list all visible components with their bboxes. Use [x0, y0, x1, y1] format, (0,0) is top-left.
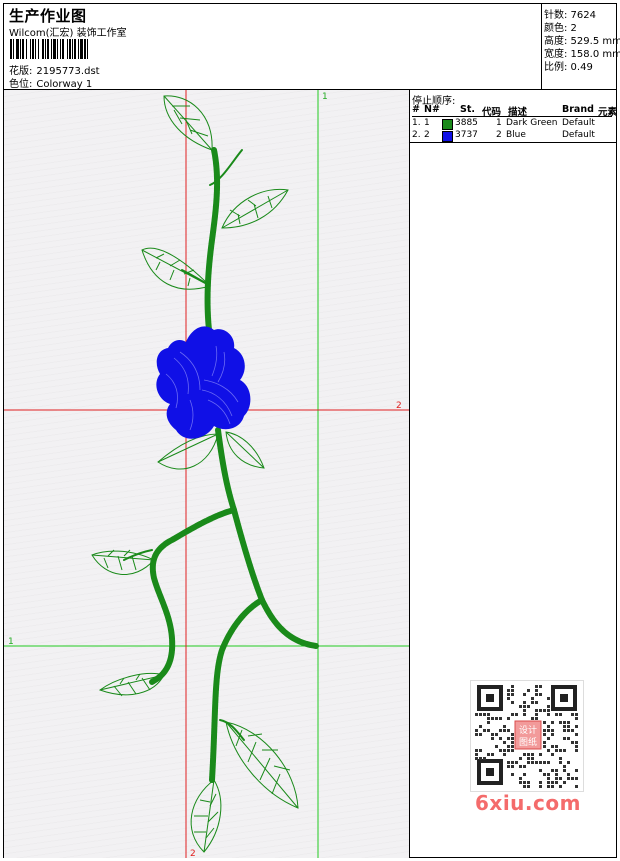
leaf-upper-left-vein: [141, 249, 211, 287]
design-scale: 比例: 0.49: [544, 62, 593, 73]
leaf-upper-left-veins: [155, 253, 195, 287]
stem-upper: [204, 147, 221, 333]
row-code: 2: [496, 130, 502, 140]
studio-name: Wilcom(汇宏) 装饰工作室: [9, 28, 127, 39]
vine-stems: [123, 147, 319, 783]
leaf-mid-left: [91, 550, 155, 575]
row-index: 1.: [412, 118, 421, 128]
qr-code-graphic: 设计 图纸: [475, 685, 578, 788]
page-title: 生产作业图: [9, 7, 87, 25]
stop-sequence-table: 停止顺序: # N# St. 代码 描述 Brand 元素 1. 1 3885 …: [410, 90, 617, 143]
vine-leaves: [91, 95, 299, 853]
design-canvas[interactable]: 1 2 1 2: [4, 90, 410, 858]
rose-flower: [156, 326, 251, 439]
colorway-value: Colorway 1: [36, 79, 93, 90]
site-watermark: 6xiu.com: [475, 791, 581, 815]
guide-label-top: 1: [322, 92, 328, 102]
row-code: 1: [496, 118, 502, 128]
row-n: 2: [424, 130, 430, 140]
leaf-lower-right-vein: [225, 721, 299, 809]
stats-block: 针数: 7624 颜色: 2 高度: 529.5 mm 宽度: 158.0 mm…: [542, 4, 620, 89]
qr-stamp-top: 设计: [519, 724, 537, 736]
color-swatch: [442, 131, 453, 142]
row-brand: Default: [562, 118, 595, 128]
guide-label-right: 2: [396, 401, 402, 411]
row-stitches: 3885: [455, 118, 478, 128]
colorway-label: 色位:: [9, 79, 33, 90]
row-n: 1: [424, 118, 430, 128]
stem-lower-right: [215, 427, 319, 649]
row-brand: Default: [562, 130, 595, 140]
col-stitches: St.: [460, 104, 475, 115]
leaf-upper-left: [141, 247, 211, 290]
qr-code: 设计 图纸: [470, 680, 584, 792]
embroidery-design: 1 2 1 2: [4, 90, 409, 858]
header-divider: [412, 116, 612, 117]
col-n: N#: [424, 104, 440, 115]
table-row[interactable]: 2. 2 3737 2 Blue Default: [412, 130, 614, 142]
table-row[interactable]: 1. 1 3885 1 Dark Green Default: [412, 118, 614, 130]
rose-body: [156, 326, 251, 439]
qr-stamp-bottom: 图纸: [519, 736, 537, 748]
leaf-bottom-veins: [194, 793, 219, 839]
colorway-line: 色位: Colorway 1: [9, 75, 92, 90]
col-index: #: [412, 104, 420, 115]
leaf-top-vein: [163, 95, 213, 151]
row-stitches: 3737: [455, 130, 478, 140]
row-desc: Dark Green: [506, 118, 558, 128]
color-swatch: [442, 119, 453, 130]
barcode: [10, 39, 140, 59]
row-desc: Blue: [506, 130, 526, 140]
header-info: 生产作业图 Wilcom(汇宏) 装饰工作室 花版: 2195773.dst 色位…: [4, 4, 542, 90]
row-index: 2.: [412, 130, 421, 140]
leaf-lower-left: [98, 672, 165, 696]
guide-label-left: 1: [8, 637, 14, 647]
stem-bottom: [209, 597, 265, 783]
guide-label-bottom: 2: [190, 849, 196, 858]
sheet-header: 生产作业图 Wilcom(汇宏) 装饰工作室 花版: 2195773.dst 色位…: [4, 4, 620, 90]
leaf-flower-left: [157, 433, 219, 470]
col-brand: Brand: [562, 104, 594, 115]
